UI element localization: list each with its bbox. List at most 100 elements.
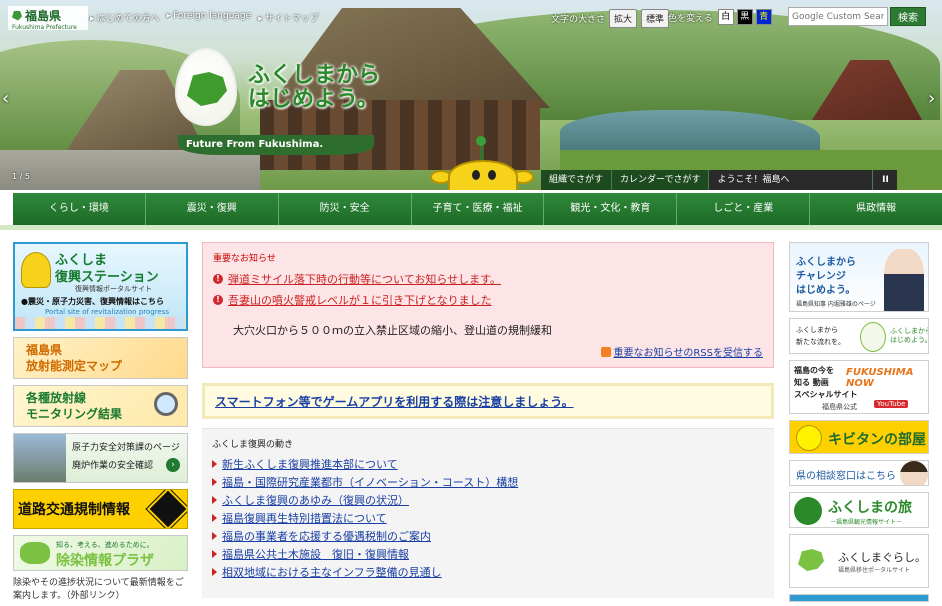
now-line-1: 福島の今を [794, 366, 834, 375]
recovery-link[interactable]: 福島県公共土木施設 復旧・復興情報 [222, 546, 409, 562]
recon-desc: ●震災・原子力災害、復興情報はこちら [21, 297, 164, 306]
link-foreign-language[interactable]: Foreign language [167, 11, 251, 24]
link-first-visit[interactable]: はじめての方へ [90, 11, 160, 24]
recon-subtitle: 復興情報ポータルサイト [75, 285, 152, 293]
monitoring-line-2: モニタリング結果 [26, 407, 123, 421]
nav-living-environment[interactable]: くらし・環境 [13, 193, 146, 225]
go-arrow-icon: › [166, 458, 180, 472]
living-title: ふくしまぐらし。 [838, 551, 926, 564]
nav-tourism[interactable]: 観光・文化・教育 [544, 193, 678, 225]
color-label: 色を変える [668, 13, 713, 24]
notice-subtext: 大穴火口から５００ｍの立入禁止区域の縮小、登山道の規制緩和 [233, 324, 552, 337]
road-traffic-banner[interactable]: 道路交通規制情報 [13, 489, 188, 529]
bullet-icon [212, 460, 217, 468]
pause-icon[interactable]: II [873, 170, 898, 190]
rss-icon [600, 346, 611, 357]
recovery-news: ふくしま復興の動き 新生ふくしま復興推進本部について 福島・国際研究産業都市（イ… [202, 428, 774, 598]
alert-icon: ! [213, 295, 223, 305]
list-item: 福島復興再生特別措置法について [212, 511, 764, 525]
list-item: 福島の事業者を応援する優遇税制のご案内 [212, 529, 764, 543]
recovery-link[interactable]: 福島の事業者を応援する優遇税制のご案内 [222, 528, 431, 544]
important-notices: 重要なお知らせ ! 弾道ミサイル落下時の行動等についてお知らせします。 ! 吾妻… [202, 242, 774, 368]
color-white-button[interactable]: 白 [717, 9, 734, 25]
font-size-control: 文字の大きさ 拡大 標準 [551, 9, 670, 28]
recovery-heading: ふくしま復興の動き [212, 440, 294, 450]
search-input[interactable] [788, 7, 888, 26]
smartphone-notice-link[interactable]: スマートフォン等でゲームアプリを利用する際は注意しましょう。 [215, 395, 574, 409]
link-sitemap[interactable]: サイトマップ [258, 11, 319, 24]
kibitan-room-banner[interactable]: キビタンの部屋 [789, 420, 929, 454]
notice-item: ! 弾道ミサイル落下時の行動等についてお知らせします。 [213, 271, 763, 287]
travel-title: ふくしまの旅 [828, 500, 912, 516]
right-column: ふくしまから チャレンジ はじめよう。 福島県知事 内堀雅雄のページ ふくしまか… [789, 242, 929, 602]
consultation-banner[interactable]: 県の相談窓口はこちら [789, 460, 929, 486]
plant-photo [14, 434, 66, 482]
nav-underline [0, 225, 942, 230]
hero-next-arrow-icon[interactable]: › [928, 88, 935, 109]
fukushima-living-banner[interactable]: ふくしまぐらし。 福島県移住ポータルサイト [789, 534, 929, 588]
color-blue-button[interactable]: 青 [755, 9, 772, 25]
speech-bubble-icon [20, 542, 50, 564]
recovery-link[interactable]: ふくしま復興のあゆみ（復興の状況） [222, 492, 409, 508]
fukushima-now-banner[interactable]: 福島の今を 知る 動画 スペシャルサイト FUKUSHIMA NOW 福島県公式… [789, 360, 929, 414]
hero-prev-arrow-icon[interactable]: ‹ [2, 88, 9, 109]
news-ticker[interactable]: ようこそ！福島へ [709, 170, 874, 190]
bullet-icon [212, 568, 217, 576]
governor-challenge-banner[interactable]: ふくしまから チャレンジ はじめよう。 福島県知事 内堀雅雄のページ [789, 242, 929, 312]
slogan-line-1: ふくしまから [248, 63, 381, 88]
hero-pager: 1 / 5 [12, 172, 30, 181]
nav-administration[interactable]: 県政情報 [810, 193, 942, 225]
construction-sign-icon [145, 490, 187, 528]
recovery-link[interactable]: 福島復興再生特別措置法について [222, 510, 387, 526]
radiation-map-banner[interactable]: 福島県 放射能測定マップ [13, 337, 188, 379]
font-enlarge-button[interactable]: 拡大 [609, 9, 638, 28]
nuclear-line-1: 原子力安全対策課のページ [72, 443, 180, 453]
bullet-icon [212, 478, 217, 486]
left-column: ふくしま 復興ステーション 復興情報ポータルサイト ●震災・原子力災害、復興情報… [13, 242, 188, 603]
search-button[interactable]: 検索 [890, 7, 926, 26]
notice-link[interactable]: 吾妻山の噴火警戒レベルが１に引き下げとなりました [228, 292, 492, 308]
decon-line-1: 知る、考える、進めるために。 [56, 541, 154, 549]
youtube-icon: YouTube [874, 400, 909, 408]
nuclear-safety-banner[interactable]: 原子力安全対策課のページ 廃炉作業の安全確認 › [13, 433, 188, 483]
site-logo[interactable]: 福島県 Fukushima Prefecture [8, 6, 88, 31]
recovery-link[interactable]: 相双地域における主なインフラ整備の見通し [222, 564, 442, 580]
nav-safety[interactable]: 防災・安全 [279, 193, 412, 225]
notice-link[interactable]: 弾道ミサイル落下時の行動等についてお知らせします。 [228, 271, 501, 287]
challenge-line-2: チャレンジ [796, 271, 846, 282]
hero-tagline: Future From Fukushima. [178, 135, 374, 155]
monitoring-results-banner[interactable]: 各種放射線 モニタリング結果 [13, 385, 188, 427]
search-by-org-button[interactable]: 組織でさがす [541, 170, 613, 190]
reconstruction-station-banner[interactable]: ふくしま 復興ステーション 復興情報ポータルサイト ●震災・原子力災害、復興情報… [13, 242, 188, 331]
bullet-icon [212, 514, 217, 522]
rss-link[interactable]: 重要なお知らせのRSSを受信する [614, 344, 763, 359]
font-standard-button[interactable]: 標準 [641, 9, 670, 28]
ffs-line-3: ふくしまから はじめよう。 [890, 327, 929, 344]
quick-bar: 組織でさがす カレンダーでさがす ようこそ！福島へ II [541, 170, 898, 190]
nav-disaster-recovery[interactable]: 震災・復興 [146, 193, 279, 225]
consultation-title: 県の相談窓口はこちら [796, 471, 896, 482]
list-item: 相双地域における主なインフラ整備の見通し [212, 565, 764, 579]
travel-logo-icon [794, 497, 822, 525]
kibitan-mascot-icon [430, 136, 534, 190]
living-caption: 福島県移住ポータルサイト [838, 567, 911, 574]
top-bar: 福島県 Fukushima Prefecture はじめての方へ Foreign… [0, 0, 942, 32]
travel-caption: －福島県観光情報サイト－ [830, 519, 903, 526]
monitoring-line-1: 各種放射線 [26, 391, 87, 405]
color-black-button[interactable]: 黒 [736, 9, 753, 25]
fukushima-travel-banner[interactable]: ふくしまの旅 －福島県観光情報サイト－ [789, 492, 929, 528]
nav-welfare[interactable]: 子育て・医療・福祉 [412, 193, 545, 225]
rss-link-row: 重要なお知らせのRSSを受信する [600, 344, 763, 359]
decontamination-plaza-banner[interactable]: 知る、考える、進めるために。 除染情報プラザ [13, 535, 188, 571]
now-logo: FUKUSHIMA NOW [846, 367, 914, 389]
notice-item: ! 吾妻山の噴火警戒レベルが１に引き下げとなりました [213, 292, 763, 308]
search-by-calendar-button[interactable]: カレンダーでさがす [612, 170, 710, 190]
nav-industry[interactable]: しごと・産業 [677, 193, 811, 225]
future-from-fukushima-banner[interactable]: ふくしまから 新たな流れを。 ふくしまから はじめよう。 [789, 318, 929, 354]
recovery-link[interactable]: 新生ふくしま復興推進本部について [222, 456, 398, 472]
decon-line-2: 除染情報プラザ [56, 553, 154, 569]
recovery-link[interactable]: 福島・国際研究産業都市（イノベーション・コースト）構想 [222, 474, 518, 490]
list-item: 福島・国際研究産業都市（イノベーション・コースト）構想 [212, 475, 764, 489]
next-banner-partial[interactable] [789, 594, 929, 602]
alert-icon: ! [213, 274, 223, 284]
